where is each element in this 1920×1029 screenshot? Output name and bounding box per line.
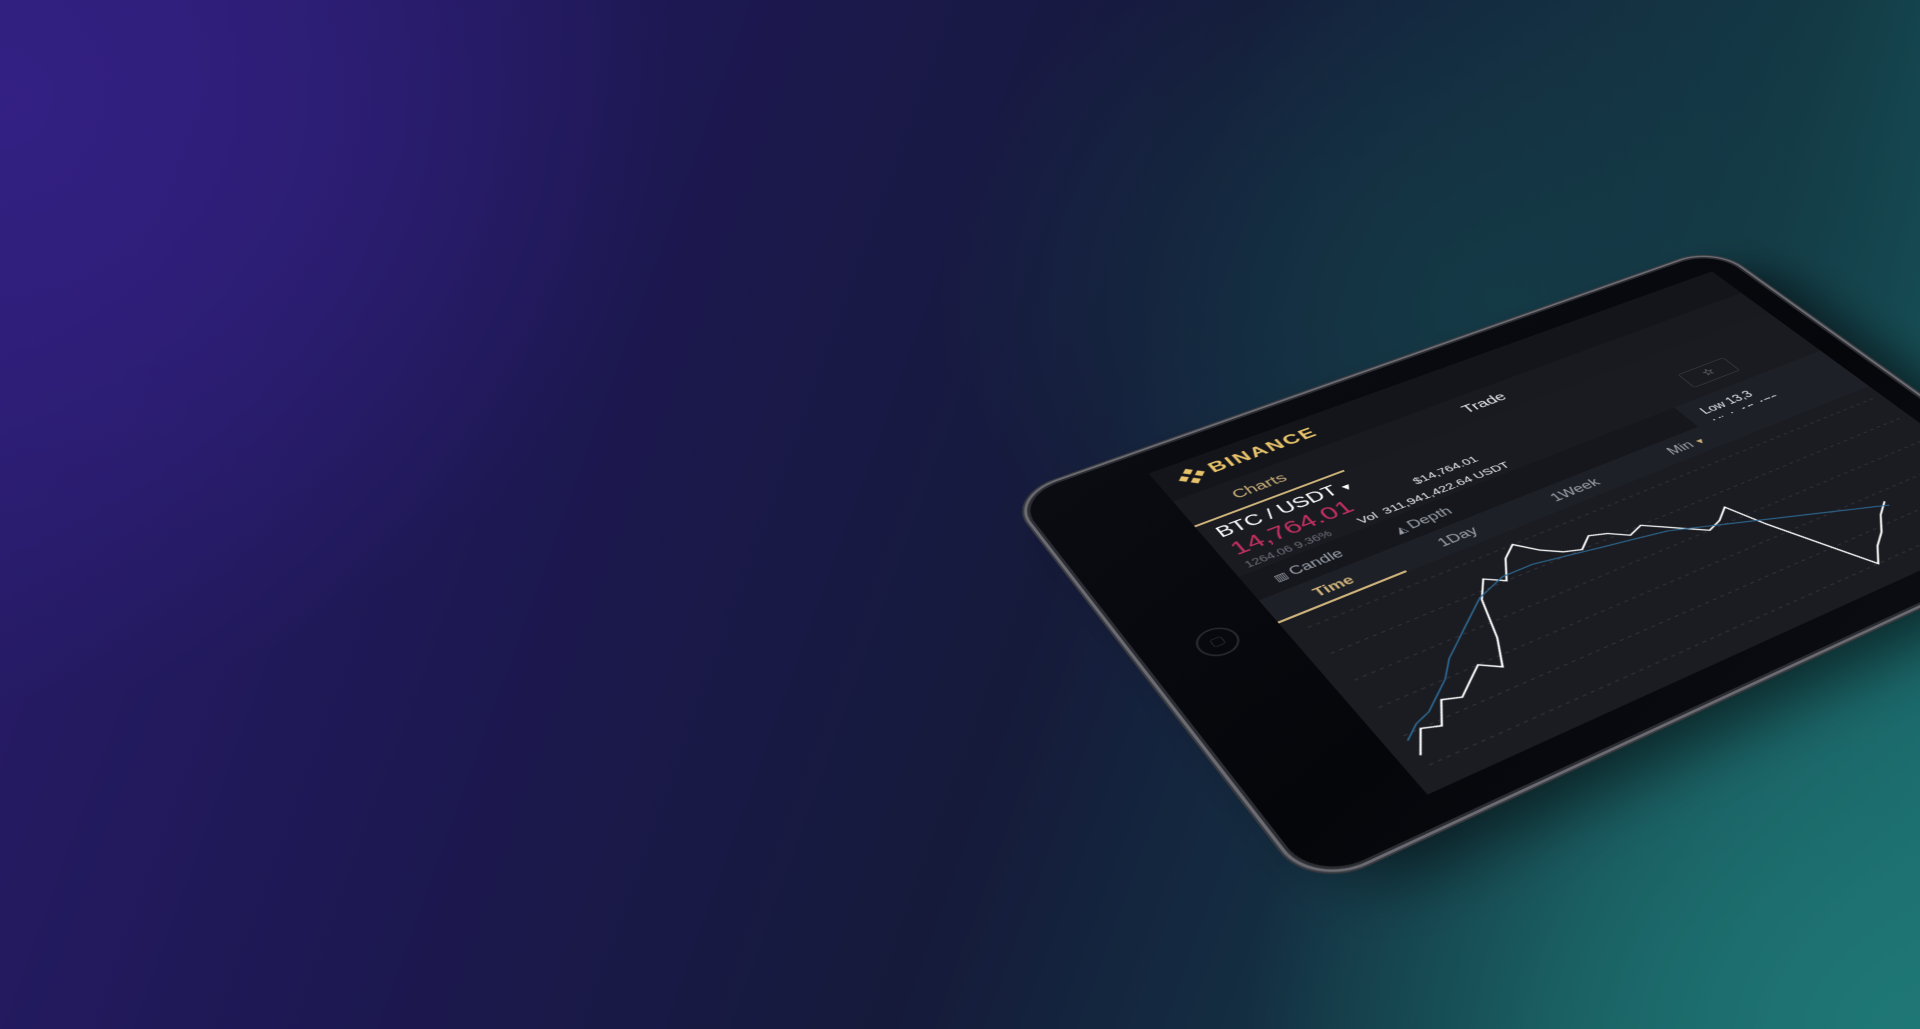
candle-icon: ▥ (1270, 569, 1291, 584)
tablet-device: BINANCE Charts Trade BTC / USDT▼ 14,764.… (1015, 250, 1920, 883)
page-background: BINANCE Charts Trade BTC / USDT▼ 14,764.… (0, 0, 1920, 1029)
star-icon: ☆ (1698, 366, 1719, 378)
tab-min-label: Min (1663, 438, 1698, 458)
caret-down-icon: ▼ (1336, 480, 1357, 494)
tablet-scene: BINANCE Charts Trade BTC / USDT▼ 14,764.… (960, 160, 1920, 883)
binance-logo-icon (1175, 466, 1209, 487)
tablet-screen: BINANCE Charts Trade BTC / USDT▼ 14,764.… (1148, 271, 1920, 795)
home-button (1188, 622, 1247, 662)
